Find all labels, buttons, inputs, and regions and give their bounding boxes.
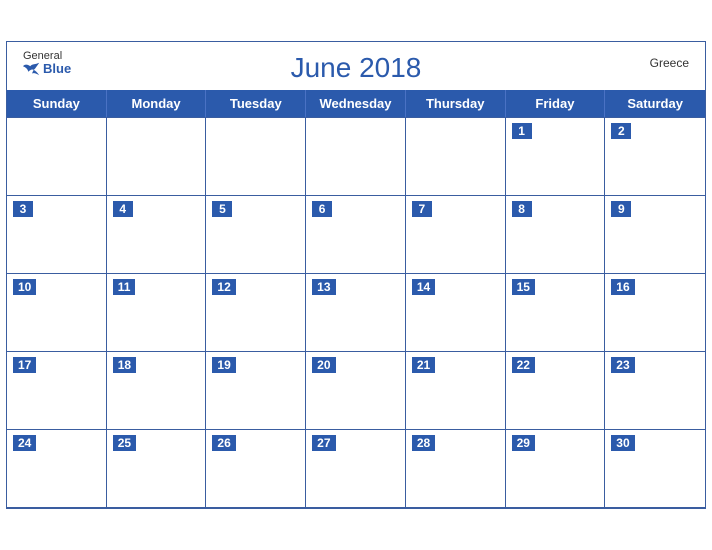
calendar-cell: 29 — [506, 430, 606, 508]
calendar-cell — [206, 118, 306, 196]
cell-day-number: 5 — [212, 201, 232, 217]
day-header-monday: Monday — [107, 90, 207, 117]
calendar-cell: 16 — [605, 274, 705, 352]
cell-day-number: 30 — [611, 435, 634, 451]
calendar-cell: 19 — [206, 352, 306, 430]
cell-day-number: 11 — [113, 279, 136, 295]
calendar: General Blue June 2018 Greece Sunday Mon… — [6, 41, 706, 509]
cell-day-number: 29 — [512, 435, 535, 451]
cell-day-number: 22 — [512, 357, 535, 373]
cell-day-number: 23 — [611, 357, 634, 373]
cell-day-number: 28 — [412, 435, 435, 451]
calendar-cell: 30 — [605, 430, 705, 508]
calendar-cell: 13 — [306, 274, 406, 352]
cell-day-number: 19 — [212, 357, 235, 373]
calendar-cell: 28 — [406, 430, 506, 508]
cell-day-number: 2 — [611, 123, 631, 139]
calendar-cell: 5 — [206, 196, 306, 274]
calendar-cell: 1 — [506, 118, 606, 196]
cell-day-number: 17 — [13, 357, 36, 373]
day-header-thursday: Thursday — [406, 90, 506, 117]
calendar-cell: 22 — [506, 352, 606, 430]
calendar-cell: 3 — [7, 196, 107, 274]
calendar-cell: 9 — [605, 196, 705, 274]
logo: General Blue — [23, 50, 71, 76]
calendar-cell: 10 — [7, 274, 107, 352]
cell-day-number: 25 — [113, 435, 136, 451]
cell-day-number: 21 — [412, 357, 435, 373]
calendar-cell: 27 — [306, 430, 406, 508]
cell-day-number: 1 — [512, 123, 532, 139]
logo-bird-icon — [23, 62, 41, 76]
cell-day-number: 16 — [611, 279, 634, 295]
cell-day-number: 20 — [312, 357, 335, 373]
day-header-friday: Friday — [506, 90, 606, 117]
logo-blue-text: Blue — [23, 62, 71, 76]
day-header-tuesday: Tuesday — [206, 90, 306, 117]
calendar-cell — [406, 118, 506, 196]
cell-day-number: 13 — [312, 279, 335, 295]
calendar-cell: 12 — [206, 274, 306, 352]
calendar-cell: 6 — [306, 196, 406, 274]
calendar-cell: 24 — [7, 430, 107, 508]
calendar-header: General Blue June 2018 Greece — [7, 42, 705, 90]
calendar-cell: 26 — [206, 430, 306, 508]
cell-day-number: 8 — [512, 201, 532, 217]
calendar-cell: 17 — [7, 352, 107, 430]
cell-day-number: 14 — [412, 279, 435, 295]
cell-day-number: 10 — [13, 279, 36, 295]
day-header-saturday: Saturday — [605, 90, 705, 117]
calendar-cell: 18 — [107, 352, 207, 430]
calendar-cell: 15 — [506, 274, 606, 352]
cell-day-number: 18 — [113, 357, 136, 373]
cell-day-number: 27 — [312, 435, 335, 451]
cell-day-number: 24 — [13, 435, 36, 451]
calendar-grid: 1234567891011121314151617181920212223242… — [7, 117, 705, 508]
day-header-wednesday: Wednesday — [306, 90, 406, 117]
cell-day-number: 12 — [212, 279, 235, 295]
calendar-cell: 21 — [406, 352, 506, 430]
calendar-cell: 14 — [406, 274, 506, 352]
calendar-cell: 7 — [406, 196, 506, 274]
day-header-sunday: Sunday — [7, 90, 107, 117]
cell-day-number: 6 — [312, 201, 332, 217]
calendar-cell — [306, 118, 406, 196]
calendar-title: June 2018 — [291, 52, 422, 84]
day-headers: Sunday Monday Tuesday Wednesday Thursday… — [7, 90, 705, 117]
calendar-cell: 4 — [107, 196, 207, 274]
calendar-cell: 11 — [107, 274, 207, 352]
cell-day-number: 3 — [13, 201, 33, 217]
cell-day-number: 15 — [512, 279, 535, 295]
calendar-cell — [7, 118, 107, 196]
cell-day-number: 9 — [611, 201, 631, 217]
calendar-cell — [107, 118, 207, 196]
cell-day-number: 26 — [212, 435, 235, 451]
cell-day-number: 7 — [412, 201, 432, 217]
calendar-cell: 23 — [605, 352, 705, 430]
cell-day-number: 4 — [113, 201, 133, 217]
calendar-cell: 20 — [306, 352, 406, 430]
country-label: Greece — [650, 56, 689, 70]
calendar-cell: 2 — [605, 118, 705, 196]
calendar-cell: 8 — [506, 196, 606, 274]
calendar-cell: 25 — [107, 430, 207, 508]
